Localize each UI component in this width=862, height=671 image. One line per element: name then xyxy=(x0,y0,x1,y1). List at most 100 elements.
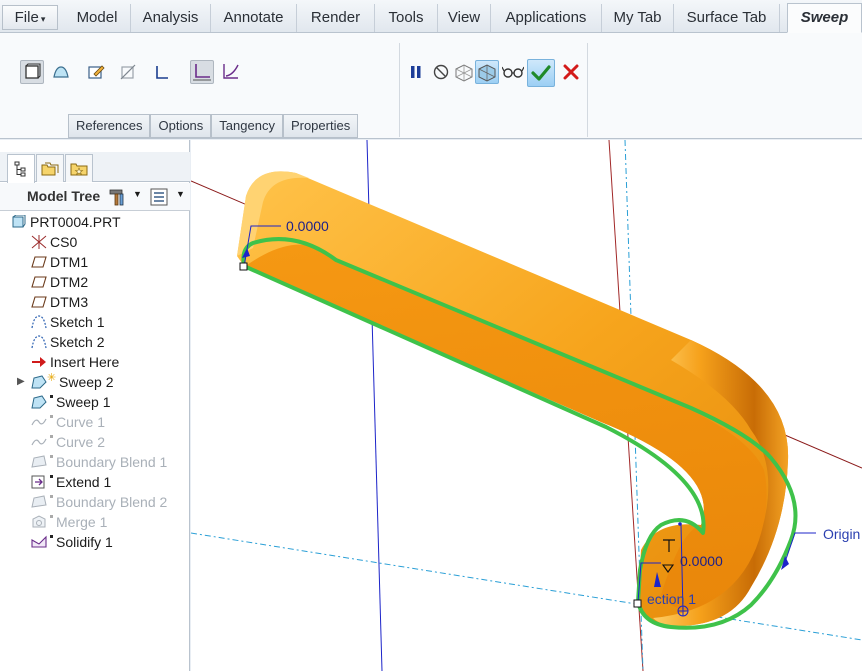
tree-item-dtm1[interactable]: DTM1 xyxy=(0,252,189,272)
curve-icon xyxy=(31,418,47,426)
tree-item-curve-1[interactable]: Curve 1 xyxy=(0,412,189,432)
chevron-down-icon[interactable]: ▼ xyxy=(176,189,185,199)
favorites-folder-icon xyxy=(70,163,88,175)
marker-square-icon xyxy=(50,415,53,418)
tree-item-label: Curve 1 xyxy=(56,414,106,430)
navigator-pane: Model Tree ▼ ▼ PRT0004.PRT CS0 DTM1 DTM2 xyxy=(0,140,190,671)
tab-my-tab-label: My Tab xyxy=(613,9,662,26)
tab-model-label: Model xyxy=(76,9,118,26)
tree-item-label: Merge 1 xyxy=(56,514,108,530)
tree-item-label: Sketch 2 xyxy=(50,334,105,350)
tab-analysis[interactable]: Analysis xyxy=(131,4,211,32)
merge-icon xyxy=(32,515,46,528)
favorites-tab[interactable] xyxy=(65,154,93,182)
curve-icon xyxy=(31,438,47,446)
tree-item-label: Sweep 2 xyxy=(59,374,114,390)
surface-sweep-button[interactable] xyxy=(49,60,73,84)
dimension-value-top[interactable]: 0.0000 xyxy=(286,218,329,234)
csys-icon xyxy=(31,235,47,249)
file-menu-button[interactable]: File ▾ xyxy=(2,5,58,30)
tab-surface-tab[interactable]: Surface Tab xyxy=(674,4,780,32)
boundary-blend-icon xyxy=(31,495,47,508)
feature-preview-icon xyxy=(478,64,496,82)
tab-surface-tab-label: Surface Tab xyxy=(686,9,767,26)
tab-my-tab[interactable]: My Tab xyxy=(602,4,674,32)
tree-item-label: Sketch 1 xyxy=(50,314,105,330)
show-menu-button[interactable] xyxy=(150,188,168,206)
chevron-down-icon[interactable]: ▼ xyxy=(133,189,142,199)
tree-item-boundary-blend-2[interactable]: Boundary Blend 2 xyxy=(0,492,189,512)
marker-square-icon xyxy=(50,475,53,478)
thicken-button[interactable] xyxy=(150,60,174,84)
ok-check-icon xyxy=(531,65,551,81)
tab-sweep[interactable]: Sweep xyxy=(787,3,862,33)
no-preview-button[interactable] xyxy=(429,60,453,84)
solid-sweep-button[interactable] xyxy=(20,60,44,84)
start-point-handle[interactable] xyxy=(239,262,248,271)
remove-material-button[interactable] xyxy=(116,60,140,84)
constant-section-button[interactable] xyxy=(190,60,214,84)
tree-item-curve-2[interactable]: Curve 2 xyxy=(0,432,189,452)
tangency-tab[interactable]: Tangency xyxy=(211,114,283,138)
variable-section-icon xyxy=(223,64,239,79)
tree-item-dtm3[interactable]: DTM3 xyxy=(0,292,189,312)
tree-settings-button[interactable] xyxy=(107,187,127,207)
new-feature-star-icon: ✳ xyxy=(47,372,57,384)
variable-section-button[interactable] xyxy=(219,60,243,84)
model-tree-title: Model Tree xyxy=(27,188,101,204)
tab-render[interactable]: Render xyxy=(297,4,375,32)
model-tree-header: Model Tree ▼ ▼ xyxy=(0,183,190,211)
marker-square-icon xyxy=(50,455,53,458)
marker-square-icon xyxy=(50,515,53,518)
tree-item-boundary-blend-1[interactable]: Boundary Blend 1 xyxy=(0,452,189,472)
tab-annotate-label: Annotate xyxy=(223,9,284,26)
tree-item-extend-1[interactable]: Extend 1 xyxy=(0,472,189,492)
ok-button[interactable] xyxy=(527,59,555,87)
graphics-window[interactable]: 0.0000 0.0000 ection 1 Origin xyxy=(191,140,862,671)
tree-item-insert-here[interactable]: Insert Here xyxy=(0,352,189,372)
tab-annotate[interactable]: Annotate xyxy=(211,4,297,32)
sweep-dashboard: References Options Tangency Properties xyxy=(0,33,862,139)
tab-view-label: View xyxy=(447,9,481,26)
model-tree-tab[interactable] xyxy=(7,154,35,183)
tree-item-label: PRT0004.PRT xyxy=(30,214,121,230)
tree-item-prt0004[interactable]: PRT0004.PRT xyxy=(0,212,189,232)
expand-triangle-icon[interactable]: ▶ xyxy=(17,372,25,392)
feature-preview-button[interactable] xyxy=(475,60,499,84)
section-point-handle[interactable] xyxy=(633,599,642,608)
marker-square-icon xyxy=(50,535,53,538)
tab-model[interactable]: Model xyxy=(64,4,131,32)
tree-item-solidify-1[interactable]: Solidify 1 xyxy=(0,532,189,552)
tab-applications[interactable]: Applications xyxy=(491,4,602,32)
tree-item-merge-1[interactable]: Merge 1 xyxy=(0,512,189,532)
tree-item-label: Boundary Blend 2 xyxy=(56,494,168,510)
constant-section-icon xyxy=(193,64,211,81)
cancel-button[interactable] xyxy=(559,60,583,84)
properties-tab[interactable]: Properties xyxy=(282,114,359,138)
thicken-icon xyxy=(156,66,168,79)
tree-item-sketch-1[interactable]: Sketch 1 xyxy=(0,312,189,332)
surface-sweep-icon xyxy=(53,66,69,78)
pause-button[interactable] xyxy=(404,60,428,84)
verify-button[interactable] xyxy=(501,60,525,84)
navigator-tabs xyxy=(0,152,190,183)
tab-tools[interactable]: Tools xyxy=(375,4,438,32)
tree-item-sketch-2[interactable]: Sketch 2 xyxy=(0,332,189,352)
options-tab[interactable]: Options xyxy=(150,114,212,138)
attached-preview-icon xyxy=(455,64,473,82)
tab-view[interactable]: View xyxy=(438,4,491,32)
part-icon xyxy=(12,215,26,228)
tree-item-sweep-1[interactable]: Sweep 1 xyxy=(0,392,189,412)
dimension-value-bottom[interactable]: 0.0000 xyxy=(680,553,723,569)
tree-item-sweep-2[interactable]: ▶ ✳ Sweep 2 xyxy=(0,372,189,392)
cancel-x-icon xyxy=(563,64,579,80)
attached-preview-button[interactable] xyxy=(452,60,476,84)
sketch-button[interactable] xyxy=(84,60,108,84)
references-tab[interactable]: References xyxy=(68,114,151,138)
tree-item-dtm2[interactable]: DTM2 xyxy=(0,272,189,292)
folder-browser-tab[interactable] xyxy=(36,154,64,182)
no-preview-icon xyxy=(433,64,449,80)
tab-tools-label: Tools xyxy=(388,9,424,26)
tree-item-label: DTM1 xyxy=(50,254,89,270)
tree-item-cs0[interactable]: CS0 xyxy=(0,232,189,252)
